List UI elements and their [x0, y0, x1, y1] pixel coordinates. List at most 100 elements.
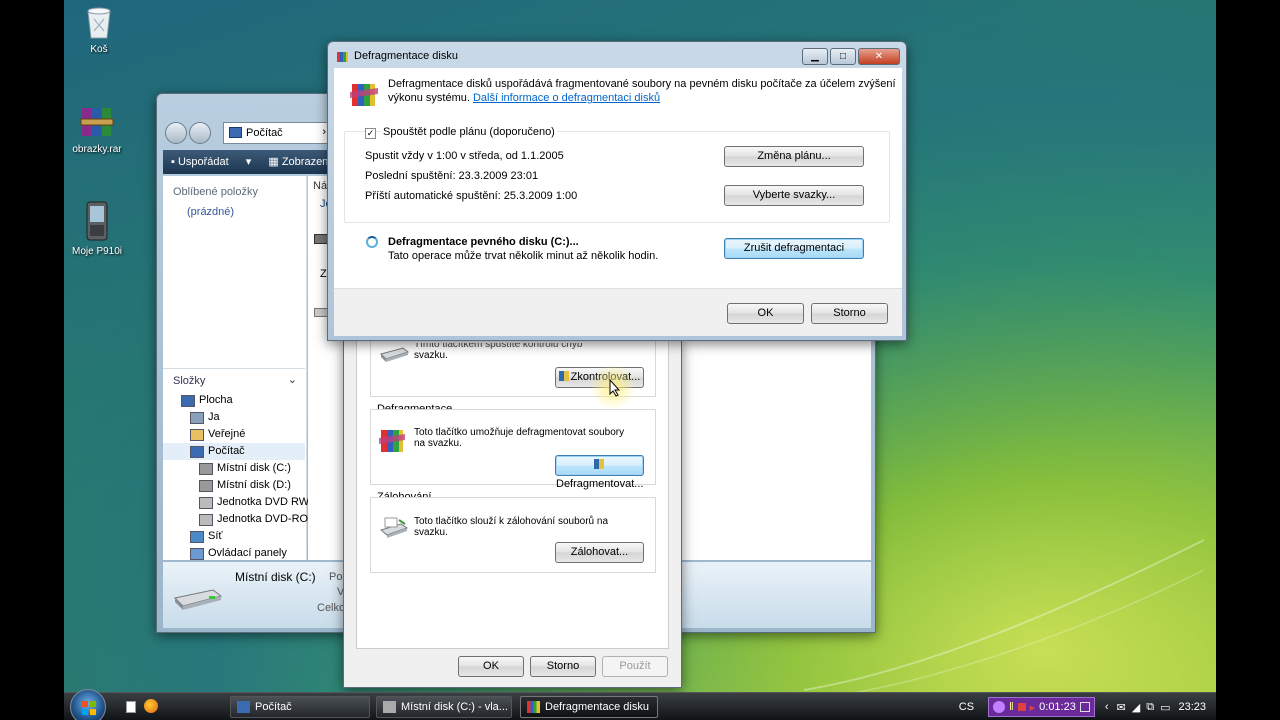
taskbar-button-label: Defragmentace disku — [545, 701, 649, 713]
safely-remove-icon[interactable]: ▭ — [1160, 701, 1170, 714]
cancel-button[interactable]: Storno — [811, 303, 888, 324]
dvd-drive-icon — [199, 496, 213, 509]
intro-line2-wrap: výkonu systému. Další informace o defrag… — [388, 92, 660, 104]
desktop-icon-label: Moje P910i — [71, 246, 123, 257]
tree-item-label: Jednotka DVD-RO — [217, 513, 309, 525]
network-icon — [190, 530, 204, 543]
defrag-status-title: Defragmentace pevného disku (C:)... — [388, 236, 579, 248]
defrag-large-icon — [350, 80, 378, 111]
desktop-icon-label: Koš — [90, 44, 108, 55]
tree-item[interactable]: Plocha — [163, 392, 305, 409]
more-info-link[interactable]: Další informace o defragmentaci disků — [473, 92, 660, 104]
desktop-icon-moje-p910i[interactable]: Moje P910i — [64, 200, 132, 257]
drive-icon — [199, 479, 213, 492]
tree-item[interactable]: Místní disk (D:) — [163, 477, 305, 494]
taskbar-button[interactable]: Místní disk (C:) - vla... — [376, 696, 512, 718]
check-text-line2: svazku. — [414, 350, 448, 361]
column-header-partial[interactable]: Ná — [313, 180, 327, 192]
details-line: Celko — [317, 602, 346, 614]
tree-item[interactable]: Místní disk (C:) — [163, 460, 305, 477]
tree-item[interactable]: Jednotka DVD-RO — [163, 511, 309, 528]
cancel-defrag-button[interactable]: Zrušit defragmentaci — [724, 238, 864, 259]
winrar-archive-icon — [79, 104, 115, 140]
tree-item[interactable]: Jednotka DVD RW — [163, 494, 309, 511]
defragment-now-label: Defragmentovat... — [556, 478, 644, 490]
defrag-text-line1: Toto tlačítko umožňuje defragmentovat so… — [414, 427, 625, 438]
details-line: Po — [329, 571, 343, 583]
pause-icon[interactable]: ‖ — [1009, 701, 1014, 713]
next-run-text: Příští automatické spuštění: 25.3.2009 1… — [365, 190, 578, 202]
address-bar[interactable]: Počítač › — [223, 122, 333, 144]
defragment-now-button[interactable]: Defragmentovat... — [555, 455, 644, 490]
address-text: Počítač — [246, 127, 283, 139]
mouse-pointer-icon — [609, 379, 621, 397]
backup-text-line2: svazku. — [414, 527, 448, 538]
defrag-status-sub: Tato operace může trvat několik minut až… — [388, 250, 659, 262]
cancel-button[interactable]: Storno — [530, 656, 596, 677]
windows-logo-icon — [82, 701, 96, 715]
apply-button[interactable]: Použít — [602, 656, 668, 677]
minimize-button[interactable]: ▁ — [802, 48, 828, 65]
change-schedule-button[interactable]: Změna plánu... — [724, 146, 864, 167]
user-folder-icon — [190, 411, 204, 424]
tree-item-label: Místní disk (C:) — [217, 462, 291, 474]
drive-icon — [199, 462, 213, 475]
select-volumes-button[interactable]: Vyberte svazky... — [724, 185, 864, 206]
close-button[interactable]: ✕ — [858, 48, 900, 65]
backup-now-button[interactable]: Zálohovat... — [555, 542, 644, 563]
schedule-checkbox-label[interactable]: Spouštět podle plánu (doporučeno) — [381, 126, 557, 138]
stop-icon[interactable] — [1017, 703, 1026, 711]
progress-spinner-icon — [366, 236, 378, 248]
clock[interactable]: 23:23 — [1178, 701, 1206, 713]
taskbar-button[interactable]: Počítač — [230, 696, 370, 718]
recorder-logo-icon — [993, 701, 1006, 713]
maximize-button[interactable]: □ — [830, 48, 856, 65]
tree-item-label: Místní disk (D:) — [217, 479, 291, 491]
tree-item[interactable]: Ja — [163, 409, 305, 426]
schedule-group: ✓ Spouštět podle plánu (doporučeno) Spus… — [344, 126, 890, 223]
network-icon[interactable]: ⧉ — [1146, 701, 1154, 714]
navigation-pane: Oblíbené položky (prázdné) Složky ⌄ Ploc… — [163, 176, 309, 594]
phone-icon — [79, 200, 115, 242]
drive-icon — [314, 234, 328, 244]
run-schedule-text: Spustit vždy v 1:00 v středa, od 1.1.200… — [365, 150, 564, 162]
drive-check-icon — [379, 345, 410, 368]
right-pillarbox — [1216, 0, 1280, 720]
system-tray: CS ‖ ▸ 0:01:23 ‹ ✉ ◢ ⧉ ▭ 23:23 — [959, 693, 1216, 720]
recorder-widget[interactable]: ‖ ▸ 0:01:23 — [988, 697, 1095, 717]
desktop-icon-obrazky-rar[interactable]: obrazky.rar — [64, 104, 132, 155]
mail-icon[interactable]: ✉ — [1117, 701, 1126, 714]
maximize-icon: □ — [839, 51, 847, 62]
organize-menu[interactable]: ▪ Uspořádat ▾ — [171, 156, 251, 168]
taskbar-button[interactable]: Defragmentace disku — [520, 696, 658, 718]
volume-icon[interactable]: ◢ — [1132, 701, 1140, 714]
folders-header[interactable]: Složky ⌄ — [163, 368, 305, 390]
firefox-icon[interactable] — [144, 699, 158, 713]
computer-icon — [237, 701, 250, 713]
recorder-menu-icon[interactable] — [1079, 702, 1090, 712]
tray-expand-icon[interactable]: ‹ — [1105, 701, 1109, 713]
schedule-checkbox[interactable]: ✓ — [365, 128, 376, 139]
language-indicator[interactable]: CS — [959, 701, 974, 713]
ok-button[interactable]: OK — [727, 303, 804, 324]
forward-button[interactable] — [189, 122, 211, 144]
backup-text-line1: Toto tlačítko slouží k zálohování soubor… — [414, 516, 609, 527]
tree-item[interactable]: Veřejné — [163, 426, 305, 443]
tree-item[interactable]: Ovládací panely — [163, 545, 305, 562]
defrag-title-icon — [336, 50, 349, 66]
tree-item[interactable]: Počítač — [163, 443, 305, 460]
tree-item[interactable]: Síť — [163, 528, 305, 545]
show-desktop-icon[interactable] — [126, 701, 136, 713]
computer-icon — [229, 127, 242, 138]
favorites-empty: (prázdné) — [187, 206, 235, 218]
start-button[interactable] — [70, 689, 106, 720]
record-icon[interactable]: ▸ — [1030, 701, 1036, 714]
taskbar-button-label: Místní disk (C:) - vla... — [401, 701, 508, 713]
back-button[interactable] — [165, 122, 187, 144]
control-panel-icon — [190, 547, 204, 560]
tree-item-label: Počítač — [208, 445, 245, 457]
ok-button[interactable]: OK — [458, 656, 524, 677]
favorites-header: Oblíbené položky — [173, 186, 258, 198]
desktop-icon-recycle-bin[interactable]: Koš — [64, 4, 134, 55]
intro-line2: výkonu systému. — [388, 92, 470, 104]
